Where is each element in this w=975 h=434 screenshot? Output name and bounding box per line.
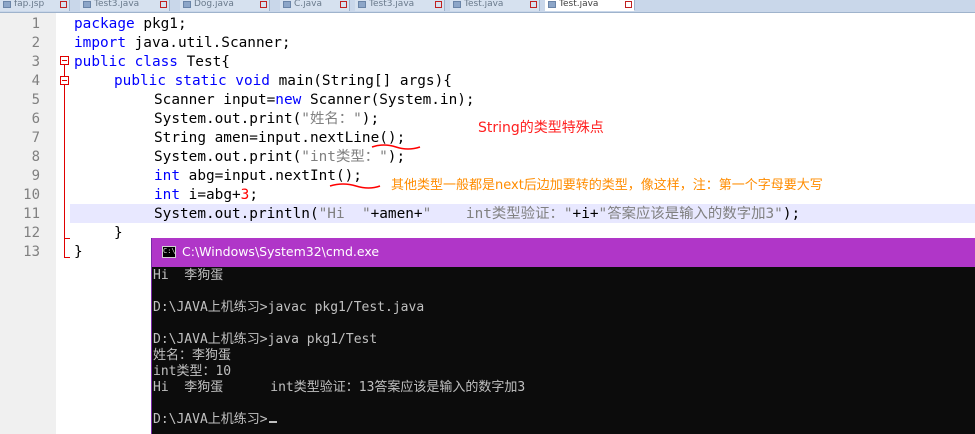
- cmd-output-line: 姓名：李狗蛋: [153, 348, 232, 363]
- string-note: String的类型特殊点: [478, 120, 604, 136]
- cmd-output-line: D:\JAVA上机练习>java pkg1/Test: [153, 332, 378, 347]
- cmd-output-line: int类型：10: [153, 364, 232, 379]
- cmd-output-line: Hi 李狗蛋 int类型验证：13答案应该是输入的数字加3: [153, 380, 526, 395]
- cmd-prompt-text: D:\JAVA上机练习>: [153, 412, 268, 427]
- cmd-window[interactable]: C:\ C:\Windows\System32\cmd.exe Hi 李狗蛋 D…: [151, 238, 975, 434]
- underline-nextline: [371, 144, 421, 150]
- int-note: 其他类型一般都是next后边加要转的类型，像这样，注：第一个字母要大写: [391, 178, 823, 193]
- underline-nextint: [329, 183, 381, 189]
- cmd-output-line: D:\JAVA上机练习>javac pkg1/Test.java: [153, 300, 425, 315]
- cmd-output-line: Hi 李狗蛋: [153, 268, 224, 283]
- cmd-prompt[interactable]: D:\JAVA上机练习>: [153, 412, 277, 428]
- cmd-titlebar[interactable]: C:\ C:\Windows\System32\cmd.exe: [152, 238, 975, 267]
- cmd-title: C:\Windows\System32\cmd.exe: [182, 244, 380, 259]
- cmd-icon: C:\: [162, 246, 176, 258]
- cursor: [268, 421, 277, 423]
